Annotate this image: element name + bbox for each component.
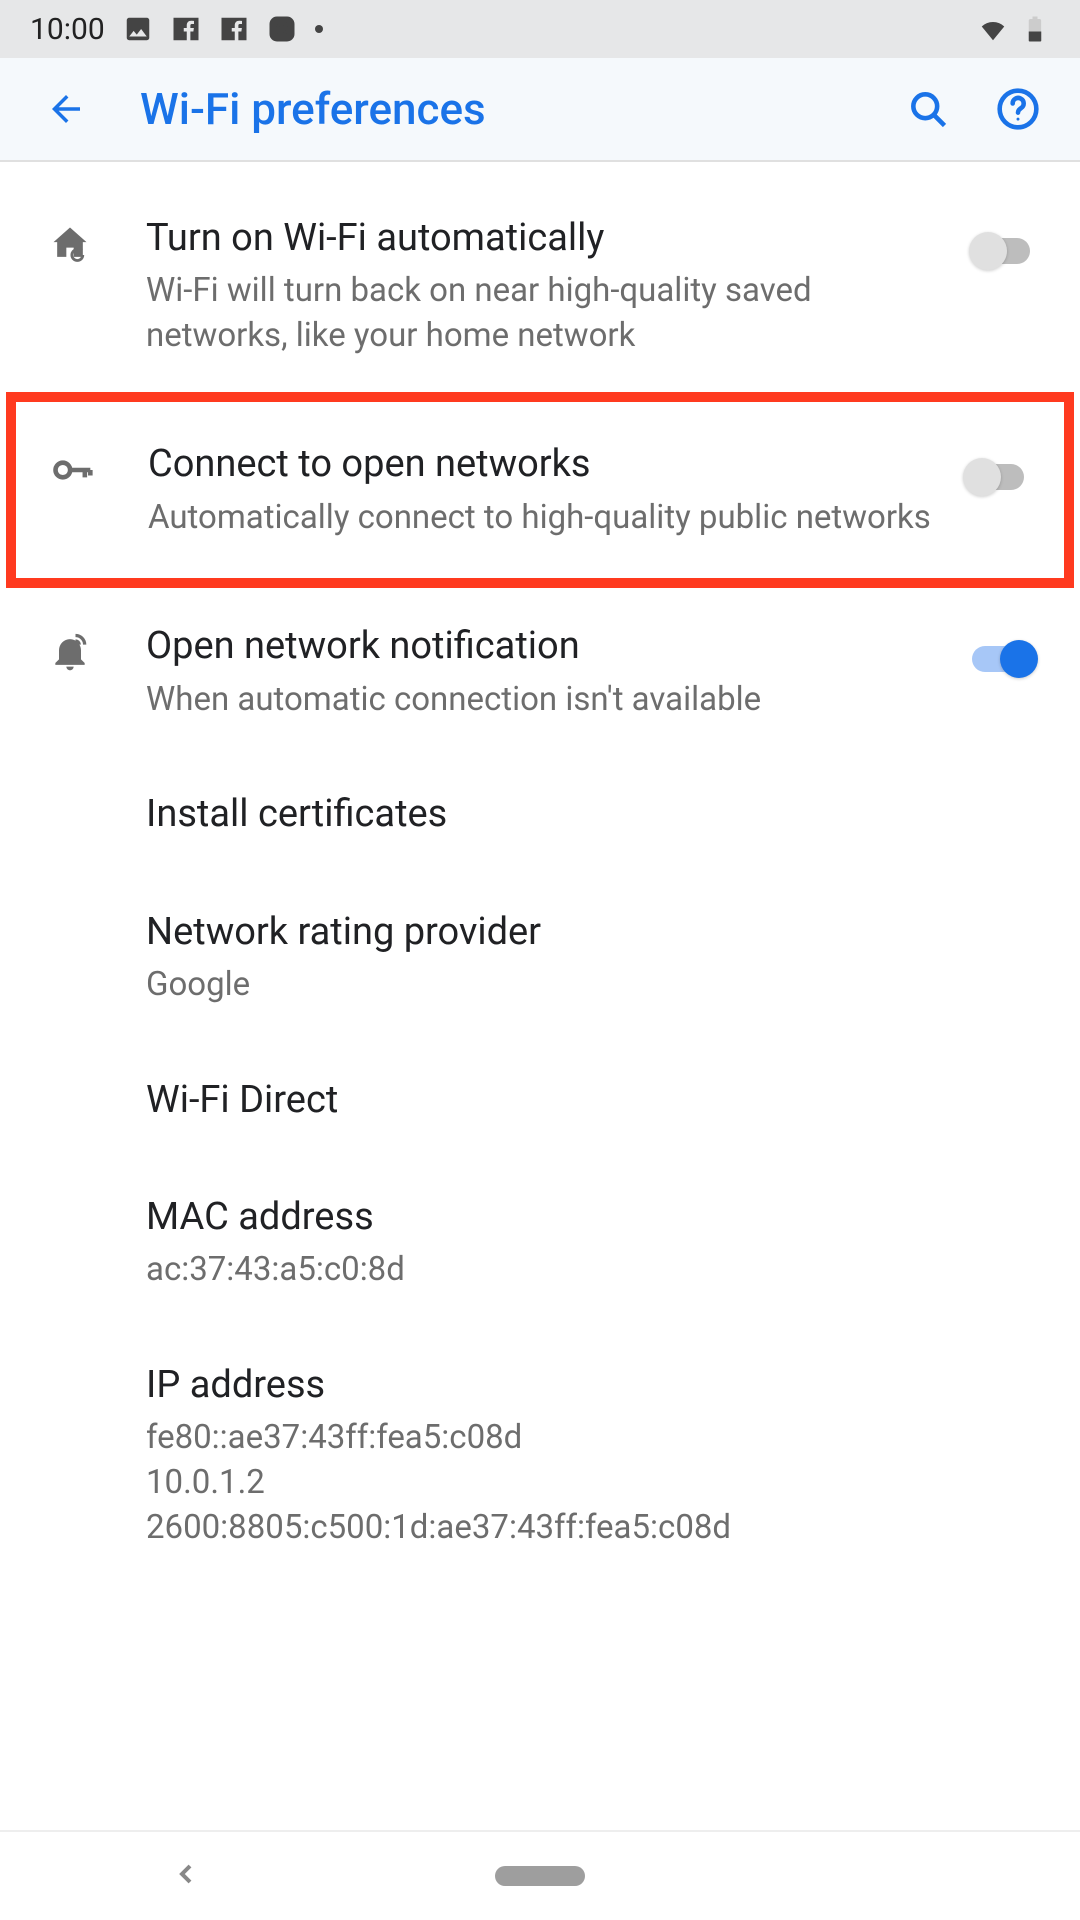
settings-list: Turn on Wi‑Fi automatically Wi‑Fi will t… (0, 162, 1080, 1830)
setting-subtitle: Google (146, 963, 1024, 1008)
ip-line-3: 2600:8805:c500:1d:ae37:43ff:fea5:c08d (146, 1506, 1024, 1551)
more-notifications-dot (315, 25, 323, 33)
home-refresh-icon (30, 214, 110, 266)
status-time: 10:00 (30, 12, 105, 47)
instagram-icon (267, 14, 297, 44)
nav-back-button[interactable] (170, 1858, 202, 1894)
app-bar: Wi‑Fi preferences (0, 58, 1080, 162)
setting-title: MAC address (146, 1193, 1024, 1242)
setting-mac-address: MAC address ac:37:43:a5:c0:8d (0, 1159, 1080, 1327)
status-bar: 10:00 (0, 0, 1080, 58)
setting-title: Turn on Wi‑Fi automatically (146, 214, 952, 263)
auto-wifi-toggle[interactable] (972, 232, 1044, 270)
back-button[interactable] (42, 85, 90, 133)
bell-wifi-icon (30, 622, 110, 674)
setting-subtitle: ac:37:43:a5:c0:8d (146, 1248, 1024, 1293)
page-title: Wi‑Fi preferences (140, 83, 864, 135)
annotation-highlight: Connect to open networks Automatically c… (6, 392, 1074, 588)
setting-title: Open network notification (146, 622, 952, 671)
open-networks-toggle[interactable] (966, 458, 1038, 496)
setting-title: Wi‑Fi Direct (146, 1076, 1024, 1125)
setting-title: Connect to open networks (148, 440, 946, 489)
ip-line-1: fe80::ae37:43ff:fea5:c08d (146, 1416, 1024, 1461)
battery-icon (1020, 14, 1050, 44)
setting-auto-wifi[interactable]: Turn on Wi‑Fi automatically Wi‑Fi will t… (0, 180, 1080, 392)
setting-subtitle: When automatic connection isn't availabl… (146, 678, 952, 723)
system-nav-bar (0, 1830, 1080, 1920)
setting-rating-provider[interactable]: Network rating provider Google (0, 874, 1080, 1042)
setting-title: IP address (146, 1361, 1024, 1410)
setting-open-networks[interactable]: Connect to open networks Automatically c… (16, 402, 1064, 578)
setting-wifi-direct[interactable]: Wi‑Fi Direct (0, 1042, 1080, 1159)
setting-ip-address: IP address fe80::ae37:43ff:fea5:c08d 10.… (0, 1327, 1080, 1584)
ip-line-2: 10.0.1.2 (146, 1461, 1024, 1506)
key-icon (32, 440, 112, 492)
setting-subtitle: Wi‑Fi will turn back on near high‑qualit… (146, 269, 952, 358)
setting-install-certificates[interactable]: Install certificates (0, 756, 1080, 873)
facebook-icon (171, 14, 201, 44)
help-button[interactable] (992, 83, 1044, 135)
wifi-icon (978, 14, 1008, 44)
search-button[interactable] (902, 83, 954, 135)
image-icon (123, 14, 153, 44)
facebook-icon (219, 14, 249, 44)
nav-home-pill[interactable] (495, 1866, 585, 1886)
setting-title: Install certificates (146, 790, 1024, 839)
setting-open-notification[interactable]: Open network notification When automatic… (0, 588, 1080, 756)
setting-subtitle: Automatically connect to high‑quality pu… (148, 496, 946, 541)
setting-title: Network rating provider (146, 908, 1024, 957)
open-notification-toggle[interactable] (972, 640, 1044, 678)
